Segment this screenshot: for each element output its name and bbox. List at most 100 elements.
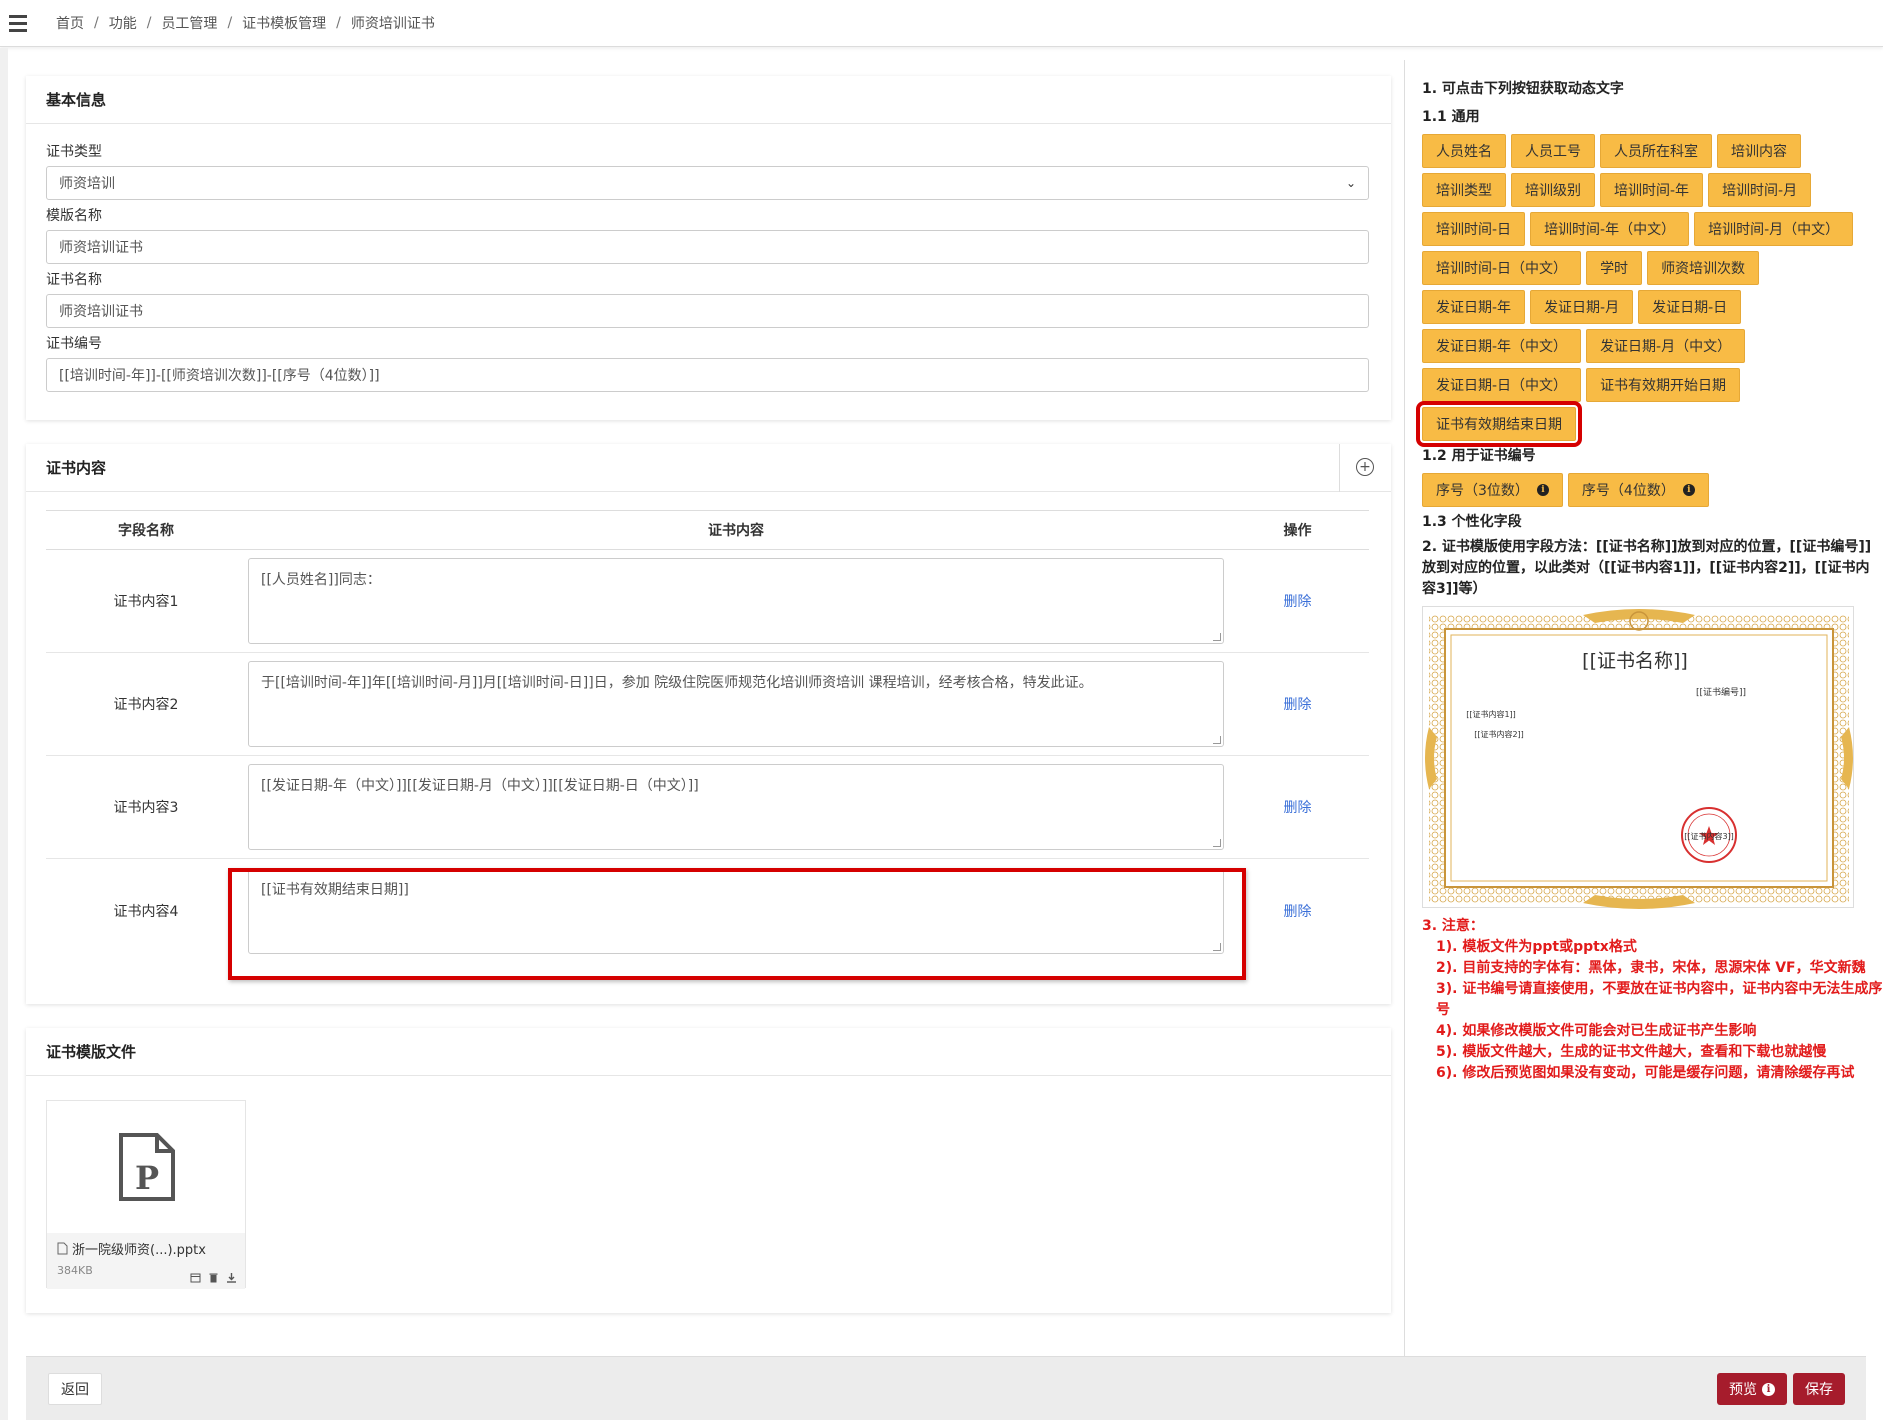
template-preview-image: [[证书名称]] [[证书编号]] [[证书内容1]] [[证书内容2]] [[… bbox=[1422, 606, 1854, 909]
help-heading-1-2: 1.2 用于证书编号 bbox=[1422, 448, 1536, 464]
resize-handle[interactable] bbox=[1213, 736, 1221, 744]
resize-handle[interactable] bbox=[1213, 942, 1221, 951]
certificate-preview: [[证书名称]] [[证书编号]] [[证书内容1]] [[证书内容2]] [[… bbox=[1425, 609, 1853, 909]
help-heading-1-3: 1.3 个性化字段 bbox=[1422, 514, 1522, 530]
help-panel: 1. 可点击下列按钮获取动态文字 1.1 通用 人员姓名 人员工号 人员所在科室… bbox=[1404, 60, 1883, 1356]
field-button[interactable]: 发证日期-日（中文） bbox=[1422, 368, 1582, 402]
field-button[interactable]: 师资培训次数 bbox=[1647, 251, 1760, 285]
field-button[interactable]: 人员姓名 bbox=[1422, 134, 1506, 168]
col-operation: 操作 bbox=[1283, 523, 1312, 539]
content-text: 于[[培训时间-年]]年[[培训时间-月]]月[[培训时间-日]]日，参加 院级… bbox=[261, 675, 1093, 691]
info-icon: i bbox=[1762, 1382, 1775, 1396]
breadcrumb-staff[interactable]: 员工管理 bbox=[161, 13, 217, 33]
field-button[interactable]: 人员所在科室 bbox=[1600, 134, 1712, 168]
resize-handle[interactable] bbox=[1213, 839, 1221, 847]
panel-title: 证书内容 bbox=[26, 444, 1391, 492]
field-button[interactable]: 培训级别 bbox=[1511, 173, 1595, 207]
usage-text: 2. 证书模版使用字段方法：[[证书名称]]放到对应的位置，[[证书编号]]放到… bbox=[1422, 539, 1872, 597]
delete-link[interactable]: 删除 bbox=[1284, 594, 1312, 610]
content-textarea[interactable]: [[人员姓名]]同志： bbox=[248, 558, 1224, 644]
delete-link[interactable]: 删除 bbox=[1284, 904, 1312, 920]
menu-toggle-icon[interactable] bbox=[2, 0, 34, 47]
content-text: [[证书有效期结束日期]] bbox=[261, 881, 409, 898]
cert-no-label: 证书编号 bbox=[46, 336, 102, 352]
breadcrumb-features[interactable]: 功能 bbox=[109, 13, 137, 33]
cert-type-select[interactable]: 师资培训 ⌄ bbox=[46, 166, 1369, 200]
preview-content-1: [[证书内容1]] bbox=[1466, 709, 1516, 719]
delete-link[interactable]: 删除 bbox=[1284, 800, 1312, 816]
info-icon: i bbox=[1536, 484, 1549, 496]
content-text: [[发证日期-年（中文）]][[发证日期-月（中文）]][[发证日期-日（中文）… bbox=[261, 778, 699, 794]
serial-button[interactable]: 序号（4位数） i bbox=[1567, 473, 1709, 507]
preview-cert-no: [[证书编号]] bbox=[1696, 686, 1746, 698]
cert-type-value: 师资培训 bbox=[59, 176, 115, 192]
calendar-icon[interactable] bbox=[190, 1272, 201, 1283]
cert-content-panel: 证书内容 + 字段名称 证书内容 操作 证书内容1 [[人员姓名]]同志： 删除… bbox=[26, 444, 1391, 1004]
file-name-row: 浙一院级师资(...).pptx bbox=[57, 1239, 235, 1258]
download-icon[interactable] bbox=[226, 1272, 237, 1283]
field-button[interactable]: 培训时间-年（中文） bbox=[1530, 212, 1690, 246]
breadcrumb-home[interactable]: 首页 bbox=[56, 13, 84, 33]
breadcrumb-cert-templates[interactable]: 证书模板管理 bbox=[242, 13, 326, 33]
file-card[interactable]: P 浙一院级师资(...).pptx 384KB bbox=[46, 1100, 246, 1289]
preview-content-3: [[证书内容3]] bbox=[1684, 831, 1734, 841]
field-button[interactable]: 培训内容 bbox=[1717, 134, 1801, 168]
delete-link[interactable]: 删除 bbox=[1284, 697, 1312, 713]
general-field-buttons: 人员姓名 人员工号 人员所在科室 培训内容 培训类型 培训级别 培训时间-年 培… bbox=[1416, 134, 1862, 447]
field-button[interactable]: 发证日期-月（中文） bbox=[1586, 329, 1746, 363]
table-row: 证书内容4 [[证书有效期结束日期]] 删除 bbox=[46, 859, 1369, 962]
file-name: 浙一院级师资(...).pptx bbox=[72, 1243, 206, 1258]
back-button[interactable]: 返回 bbox=[48, 1373, 102, 1405]
file-actions bbox=[190, 1272, 237, 1283]
note-item: 5). 模版文件越大，生成的证书文件越大，查看和下载也就越慢 bbox=[1436, 1044, 1827, 1060]
file-meta: 浙一院级师资(...).pptx 384KB bbox=[47, 1233, 245, 1289]
field-button[interactable]: 培训时间-日 bbox=[1422, 212, 1526, 246]
note-item: 2). 目前支持的字体有：黑体，隶书，宋体，思源宋体 VF，华文新魏 bbox=[1436, 960, 1866, 976]
content-textarea[interactable]: 于[[培训时间-年]]年[[培训时间-月]]月[[培训时间-日]]日，参加 院级… bbox=[248, 661, 1224, 747]
resize-handle[interactable] bbox=[1213, 633, 1221, 641]
field-button[interactable]: 培训时间-年 bbox=[1600, 173, 1704, 207]
row-field-name: 证书内容1 bbox=[113, 594, 179, 610]
save-button[interactable]: 保存 bbox=[1793, 1373, 1845, 1405]
add-row-icon[interactable]: + bbox=[1356, 458, 1374, 476]
field-button[interactable]: 证书有效期开始日期 bbox=[1586, 368, 1741, 402]
serial-field-buttons: 序号（3位数） i 序号（4位数） i bbox=[1422, 473, 1862, 507]
preview-button[interactable]: 预览 i bbox=[1717, 1373, 1787, 1405]
field-button[interactable]: 发证日期-月 bbox=[1530, 290, 1634, 324]
cert-name-value: 师资培训证书 bbox=[59, 304, 143, 320]
cert-no-input[interactable]: [[培训时间-年]]-[[师资培训次数]]-[[序号（4位数）]] bbox=[46, 358, 1369, 392]
field-button[interactable]: 发证日期-年（中文） bbox=[1422, 329, 1582, 363]
cert-name-label: 证书名称 bbox=[46, 272, 102, 288]
sidebar-collapsed bbox=[0, 48, 8, 1420]
info-icon: i bbox=[1682, 484, 1695, 496]
note-item: 6). 修改后预览图如果没有变动，可能是缓存问题，请清除缓存再试 bbox=[1436, 1065, 1855, 1081]
table-header: 字段名称 证书内容 操作 bbox=[46, 510, 1369, 550]
serial-button[interactable]: 序号（3位数） i bbox=[1422, 473, 1563, 507]
col-field-name: 字段名称 bbox=[118, 523, 174, 539]
field-button[interactable]: 学时 bbox=[1586, 251, 1643, 285]
content-textarea[interactable]: [[证书有效期结束日期]] bbox=[248, 867, 1224, 954]
panel-title: 证书模版文件 bbox=[26, 1028, 1391, 1076]
basic-info-panel: 基本信息 证书类型 师资培训 ⌄ 模版名称 师资培训证书 证书名称 师资培训证书… bbox=[26, 76, 1391, 420]
field-button-highlighted[interactable]: 证书有效期结束日期 bbox=[1416, 401, 1582, 447]
field-button[interactable]: 发证日期-日 bbox=[1638, 290, 1742, 324]
cert-name-input[interactable]: 师资培训证书 bbox=[46, 294, 1369, 328]
table-row: 证书内容2 于[[培训时间-年]]年[[培训时间-月]]月[[培训时间-日]]日… bbox=[46, 653, 1369, 756]
preview-content-2: [[证书内容2]] bbox=[1474, 729, 1524, 739]
field-button[interactable]: 人员工号 bbox=[1511, 134, 1595, 168]
field-button[interactable]: 培训时间-月（中文） bbox=[1694, 212, 1854, 246]
doc-icon bbox=[57, 1242, 68, 1255]
field-button[interactable]: 培训时间-日（中文） bbox=[1422, 251, 1582, 285]
serial-button-label: 序号（3位数） bbox=[1436, 483, 1529, 499]
template-name-input[interactable]: 师资培训证书 bbox=[46, 230, 1369, 264]
breadcrumb-current: 师资培训证书 bbox=[350, 16, 435, 32]
cert-type-label: 证书类型 bbox=[46, 144, 102, 160]
trash-icon[interactable] bbox=[208, 1272, 219, 1283]
field-button[interactable]: 培训类型 bbox=[1422, 173, 1506, 207]
content-textarea[interactable]: [[发证日期-年（中文）]][[发证日期-月（中文）]][[发证日期-日（中文）… bbox=[248, 764, 1224, 850]
field-button[interactable]: 发证日期-年 bbox=[1422, 290, 1526, 324]
table-row: 证书内容1 [[人员姓名]]同志： 删除 bbox=[46, 550, 1369, 653]
template-name-label: 模版名称 bbox=[46, 208, 102, 224]
field-button[interactable]: 培训时间-月 bbox=[1708, 173, 1812, 207]
cert-no-value: [[培训时间-年]]-[[师资培训次数]]-[[序号（4位数）]] bbox=[59, 368, 380, 384]
